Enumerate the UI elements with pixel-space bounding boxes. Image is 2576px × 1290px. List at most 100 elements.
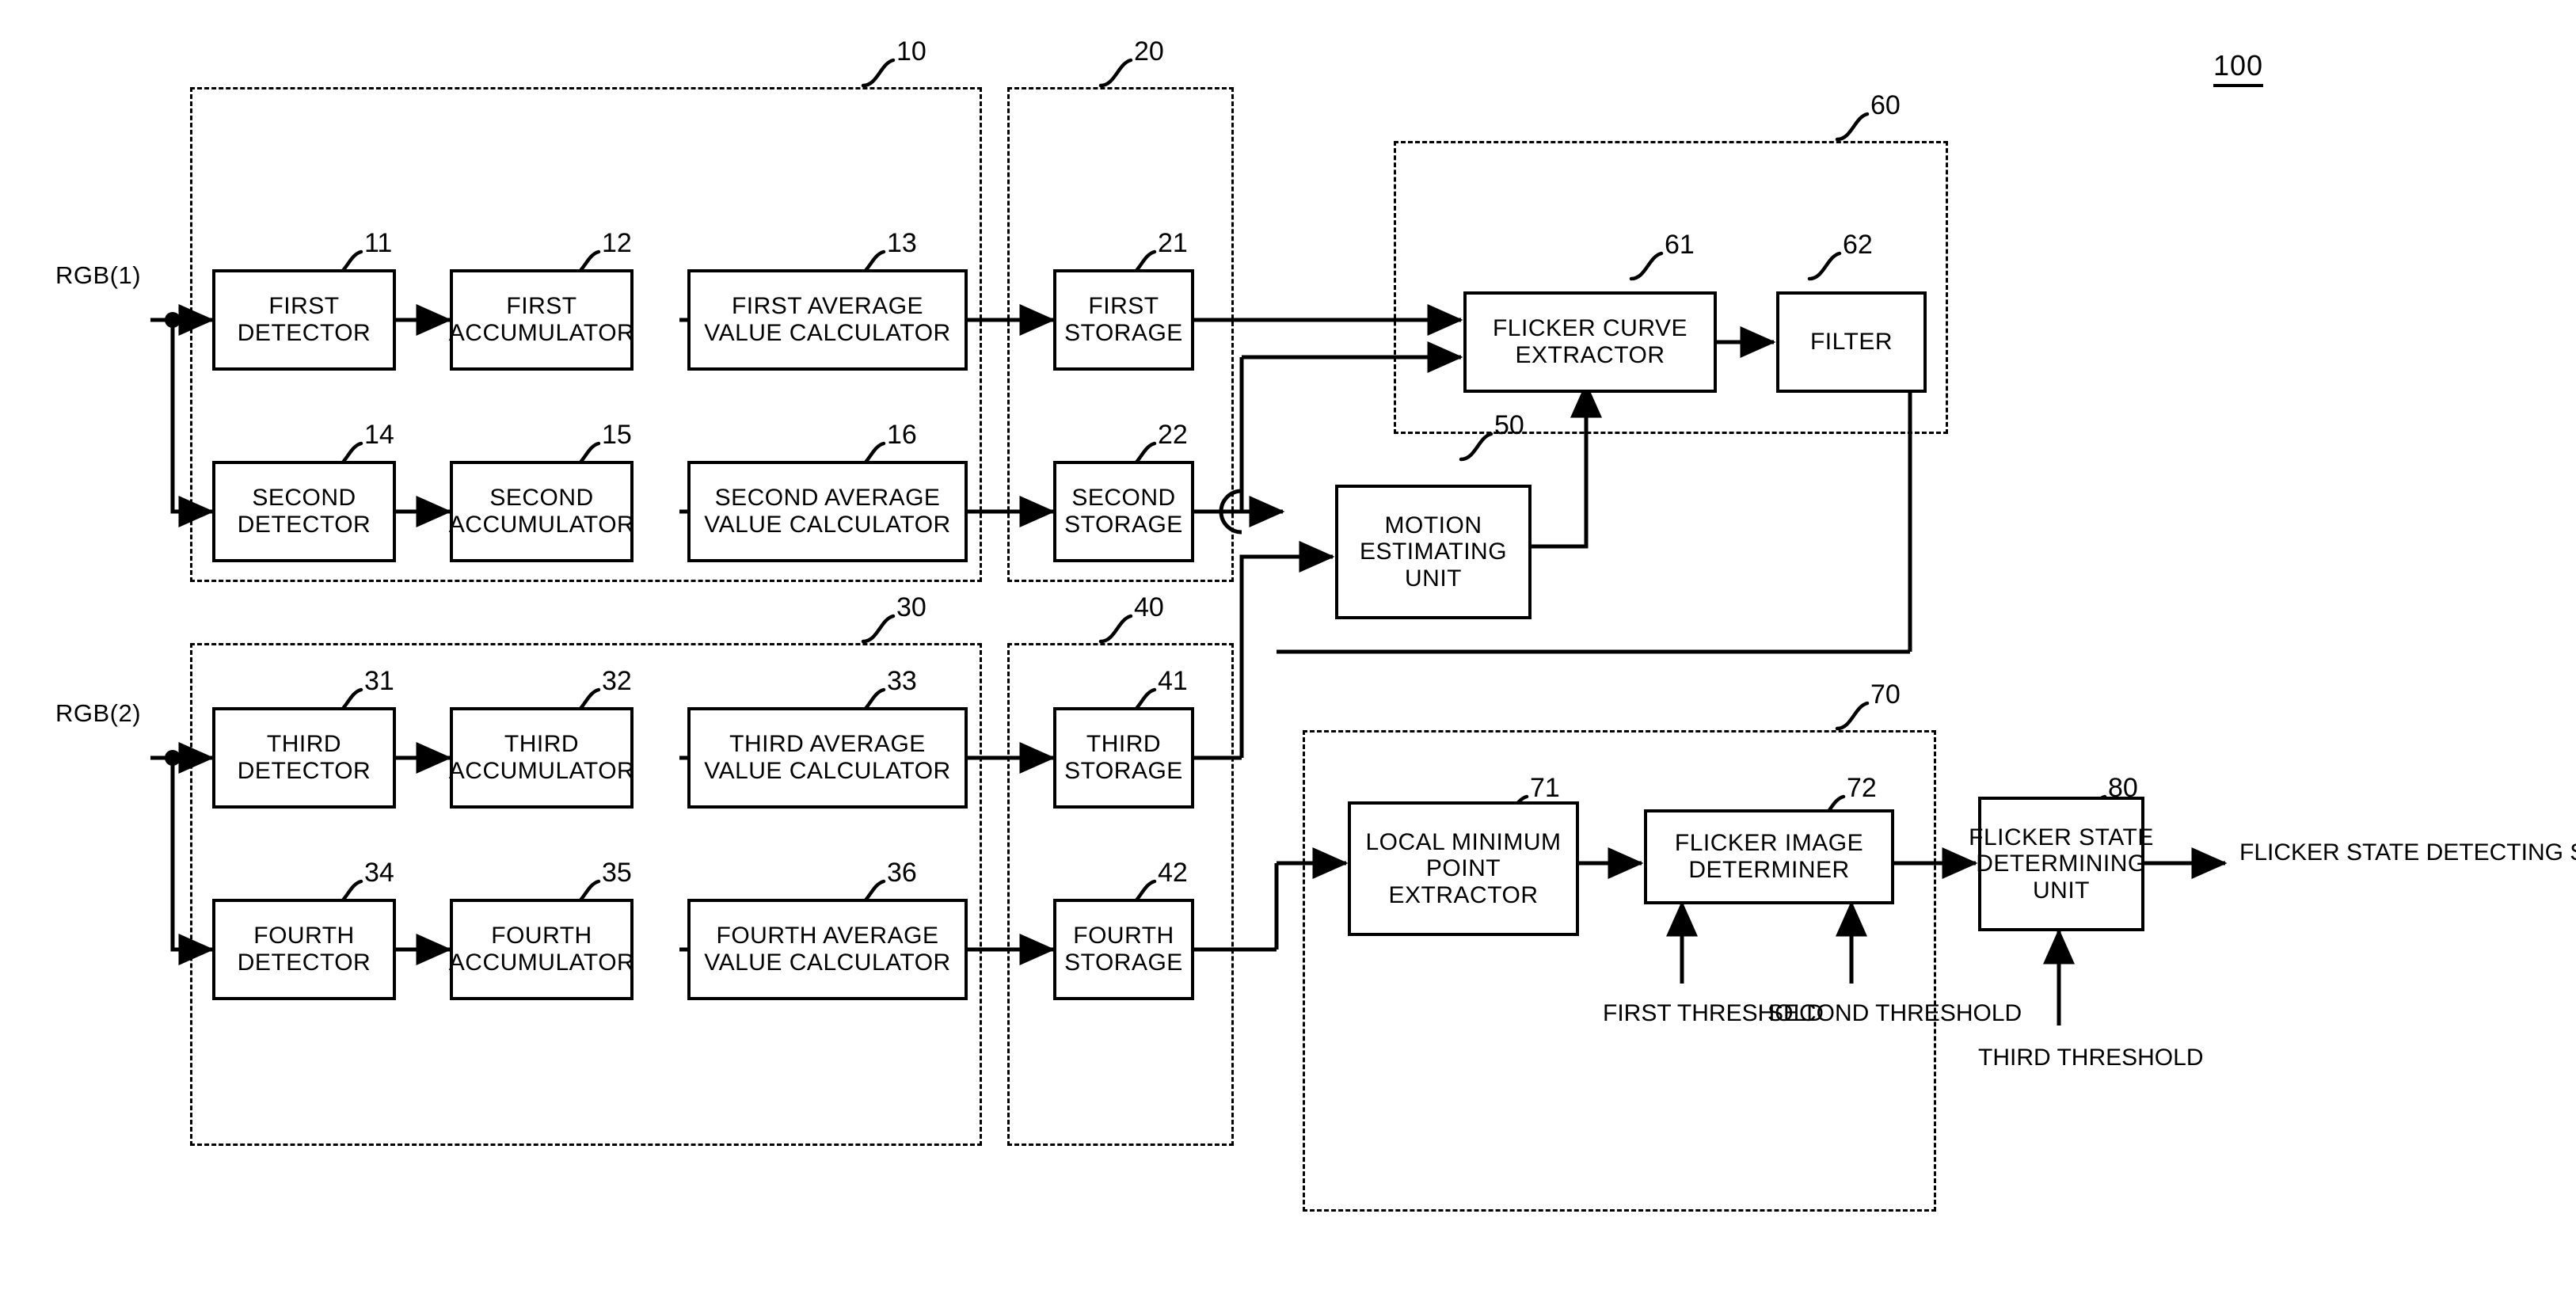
block-label-line1: FLICKER STATE [1969,824,2154,850]
block-third-detector[interactable]: THIRD DETECTOR [212,707,396,809]
ref-number-12: 12 [602,228,632,258]
block-second-accumulator[interactable]: SECOND ACCUMULATOR [448,461,635,562]
block-flicker-state-determining-unit[interactable]: FLICKER STATE DETERMINING UNIT [1969,797,2153,931]
input-label-rgb1: RGB(1) [55,261,142,289]
ref-number-10: 10 [896,36,927,67]
input-label-rgb2: RGB(2) [55,699,142,727]
block-label-line1: SECOND [252,485,356,512]
block-label-line2: ACCUMULATOR [448,512,635,538]
block-label-line2: ACCUMULATOR [448,949,635,976]
threshold-label-first: FIRST THRESHOLD [1603,999,1824,1028]
block-label-line2: DETECTOR [237,758,371,784]
block-filter[interactable]: FILTER [1776,291,1927,393]
ref-number-41: 41 [1158,666,1188,696]
block-label-line3: UNIT [2033,877,2090,904]
block-first-accumulator[interactable]: FIRST ACCUMULATOR [448,269,635,371]
threshold-line2: THRESHOLD [2057,1045,2204,1071]
ref-number-71: 71 [1530,773,1560,803]
block-first-average-value-calculator[interactable]: FIRST AVERAGE VALUE CALCULATOR [687,269,968,371]
block-label-line2: DETERMINING [1976,850,2147,877]
ref-number-42: 42 [1158,858,1188,888]
ref-number-15: 15 [602,420,632,450]
output-signal-line1: FLICKER STATE [2239,839,2420,866]
block-label-line2: VALUE CALCULATOR [704,758,951,784]
block-label-line2: EXTRACTOR [1515,342,1665,368]
ref-number-40: 40 [1134,592,1164,622]
block-label-line1: FIRST [1088,293,1159,320]
block-label-line1: FOURTH [1073,923,1174,949]
ref-number-32: 32 [602,666,632,696]
ref-number-16: 16 [887,420,917,450]
block-label-line2: STORAGE [1064,320,1183,346]
ref-number-14: 14 [364,420,394,450]
block-label-line1: FLICKER IMAGE [1674,830,1864,857]
ref-number-70: 70 [1870,679,1901,710]
ref-number-30: 30 [896,592,927,622]
block-second-average-value-calculator[interactable]: SECOND AVERAGE VALUE CALCULATOR [687,461,968,562]
block-label-line2: DETECTOR [237,512,371,538]
threshold-line1: SECOND [1767,1000,1870,1026]
block-label-line1: THIRD [1086,731,1162,758]
block-second-detector[interactable]: SECOND DETECTOR [212,461,396,562]
block-fourth-accumulator[interactable]: FOURTH ACCUMULATOR [448,899,635,1000]
block-third-accumulator[interactable]: THIRD ACCUMULATOR [449,707,634,809]
block-label-line1: FIRST AVERAGE [731,293,924,320]
ref-number-22: 22 [1158,420,1188,450]
threshold-label-second: SECOND THRESHOLD [1767,999,2022,1028]
block-label-line1: SECOND [1071,485,1176,512]
block-label-line1: FLICKER CURVE [1492,315,1688,342]
block-label-line1: THIRD [504,731,580,758]
block-label-line3: EXTRACTOR [1388,881,1539,908]
block-first-detector[interactable]: FIRST DETECTOR [212,269,396,371]
ref-number-31: 31 [364,666,394,696]
block-label-line1: SECOND AVERAGE [714,485,941,512]
block-label-line2: VALUE CALCULATOR [704,512,951,538]
block-fourth-average-value-calculator[interactable]: FOURTH AVERAGE VALUE CALCULATOR [687,899,968,1000]
block-label-line1: THIRD AVERAGE [729,731,926,758]
ref-number-33: 33 [887,666,917,696]
ref-number-60: 60 [1870,90,1901,120]
block-label-line2: VALUE CALCULATOR [704,949,951,976]
ref-number-62: 62 [1843,230,1873,260]
ref-number-36: 36 [887,858,917,888]
patent-block-diagram: FIRST DETECTOR FIRST ACCUMULATOR FIRST A… [0,0,2576,1290]
block-flicker-curve-extractor[interactable]: FLICKER CURVE EXTRACTOR [1463,291,1717,393]
block-label-line1: FOURTH [253,923,355,949]
block-label-line1: FIRST [506,293,577,320]
block-fourth-storage[interactable]: FOURTH STORAGE [1053,899,1194,1000]
block-label-line1: FIRST [268,293,340,320]
output-signal-label: FLICKER STATE DETECTING SIGNAL [2239,838,2576,868]
block-label-line1: FOURTH AVERAGE [716,923,939,949]
threshold-line2: THRESHOLD [1875,1000,2022,1026]
block-label-line2: VALUE CALCULATOR [704,320,951,346]
block-second-storage[interactable]: SECOND STORAGE [1053,461,1194,562]
threshold-line1: THIRD [1978,1045,2051,1071]
ref-number-34: 34 [364,858,394,888]
block-third-average-value-calculator[interactable]: THIRD AVERAGE VALUE CALCULATOR [687,707,968,809]
block-label-line2: DETECTOR [237,320,371,346]
block-fourth-detector[interactable]: FOURTH DETECTOR [212,899,396,1000]
block-label-line1: THIRD [266,731,342,758]
ref-number-20: 20 [1134,36,1164,67]
block-label-line1: FILTER [1809,329,1893,356]
block-flicker-image-determiner[interactable]: FLICKER IMAGE DETERMINER [1644,809,1894,904]
block-label-line1: LOCAL MINIMUM [1365,828,1562,855]
block-label-line1: MOTION [1384,512,1482,538]
block-motion-estimating-unit[interactable]: MOTION ESTIMATING UNIT [1335,485,1532,619]
block-local-minimum-point-extractor[interactable]: LOCAL MINIMUM POINT EXTRACTOR [1348,801,1579,936]
block-label-line2: POINT [1425,855,1501,882]
threshold-line1: FIRST [1603,1000,1672,1026]
ref-number-61: 61 [1665,230,1695,260]
block-label-line1: SECOND [489,485,594,512]
block-label-line2: ESTIMATING [1359,538,1508,565]
ref-number-72: 72 [1847,773,1877,803]
block-first-storage[interactable]: FIRST STORAGE [1053,269,1194,371]
ref-number-11: 11 [364,228,393,258]
block-label-line1: FOURTH [491,923,592,949]
block-third-storage[interactable]: THIRD STORAGE [1053,707,1194,809]
block-label-line2: STORAGE [1064,758,1183,784]
block-label-line2: STORAGE [1064,512,1183,538]
ref-number-80: 80 [2108,773,2138,803]
block-label-line2: ACCUMULATOR [448,320,635,346]
ref-number-13: 13 [887,228,917,258]
